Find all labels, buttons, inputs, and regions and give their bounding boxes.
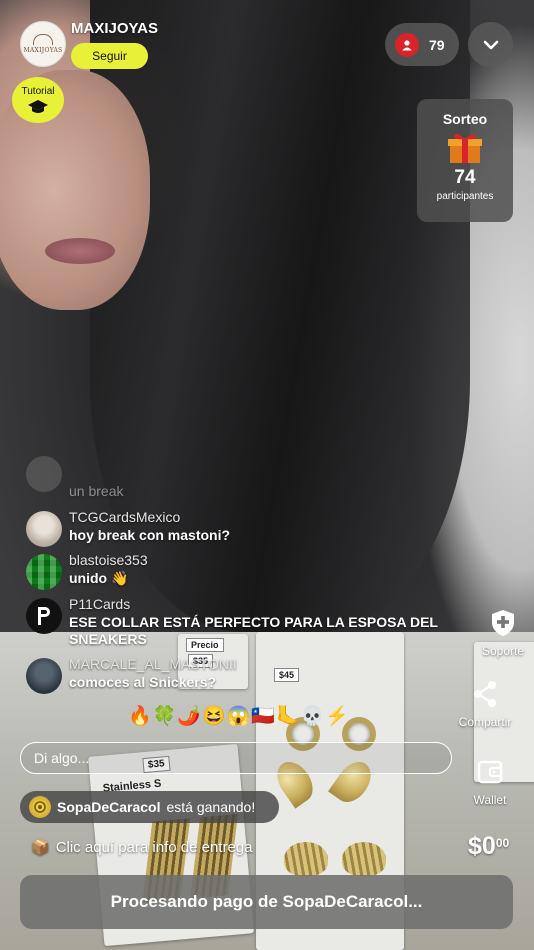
chat-message-text: comoces al Snickers? (69, 674, 217, 690)
current-price: $000 (468, 832, 509, 861)
chat-username[interactable]: blastoise353 (69, 552, 148, 568)
store-avatar[interactable]: MAXIJOYAS (20, 21, 66, 67)
earring-shell (342, 842, 386, 876)
snail-icon (34, 801, 46, 813)
winner-suffix: está ganando! (166, 799, 256, 815)
wallet-button[interactable]: Wallet (450, 757, 530, 807)
emoji-reaction-bar[interactable]: 🔥🍀🌶️😆😱🇨🇱🦶💀⚡ (128, 704, 350, 728)
price-main: $0 (468, 832, 496, 860)
price-cents: 00 (495, 836, 510, 850)
chat-message-text-continued: SNEAKERS (69, 631, 147, 647)
chevron-down-icon (483, 40, 498, 49)
chat-username[interactable]: TCGCardsMexico (69, 509, 180, 525)
chat-avatar (26, 658, 62, 694)
follow-button[interactable]: Seguir (71, 43, 148, 69)
p11-logo-icon (38, 607, 50, 625)
chat-username[interactable]: MARCALE_AL_MASTONII (69, 656, 237, 672)
giveaway-subtitle: participantes (436, 191, 494, 202)
support-label: Soporte (481, 644, 525, 658)
product-price-tag: $45 (274, 668, 300, 682)
store-name[interactable]: MAXIJOYAS (71, 20, 158, 37)
support-button[interactable]: Soporte (463, 608, 534, 658)
chat-avatar (26, 554, 62, 590)
wallet-icon (477, 760, 503, 784)
graduation-cap-icon (28, 99, 48, 113)
viewer-counter[interactable]: 79 (385, 23, 459, 66)
wallet-label: Wallet (473, 793, 507, 807)
chat-message-text: ESE COLLAR ESTÁ PERFECTO PARA LA ESPOSA … (69, 614, 438, 630)
gift-icon (448, 133, 482, 163)
earring-shell (284, 842, 328, 876)
live-stream-screen: Precio $35 $45 $35 Stainless S MAXIJOYAS… (0, 0, 534, 950)
chat-message-text: un break (69, 483, 124, 499)
payment-status-button[interactable]: Procesando pago de SopaDeCaracol... (20, 875, 513, 929)
collapse-button[interactable] (468, 22, 513, 67)
tutorial-label: Tutorial (21, 85, 55, 97)
chat-input[interactable]: Di algo... (20, 742, 452, 774)
share-button[interactable]: Compartir (445, 679, 525, 729)
package-icon: 📦 (31, 839, 50, 856)
delivery-info-text: Clic aquí para info de entrega (55, 838, 253, 856)
chat-message-text: hoy break con mastoni? (69, 527, 231, 543)
crest-icon (33, 34, 53, 45)
giveaway-card[interactable]: Sorteo 74 participantes (417, 99, 513, 222)
share-label: Compartir (458, 715, 512, 729)
viewer-count: 79 (429, 36, 445, 53)
product-price-tag: Precio (186, 638, 224, 652)
store-avatar-logo-text: MAXIJOYAS (23, 47, 63, 54)
chat-avatar (26, 511, 62, 547)
giveaway-title: Sorteo (442, 111, 488, 127)
chat-message-text: unido 👋 (69, 570, 129, 586)
shield-plus-icon (492, 610, 514, 636)
winner-username[interactable]: SopaDeCaracol (57, 799, 160, 815)
tutorial-button[interactable]: Tutorial (12, 77, 64, 123)
winner-avatar (29, 796, 51, 818)
viewer-icon (395, 32, 419, 57)
delivery-info-link[interactable]: 📦 Clic aquí para info de entrega (31, 838, 253, 857)
giveaway-participant-count: 74 (454, 167, 476, 188)
share-icon (474, 681, 496, 707)
video-host-lips (45, 238, 115, 264)
chat-avatar (26, 598, 62, 634)
chat-avatar (26, 456, 62, 492)
chat-username[interactable]: P11Cards (69, 596, 130, 612)
winner-banner: SopaDeCaracol está ganando! (20, 791, 279, 823)
